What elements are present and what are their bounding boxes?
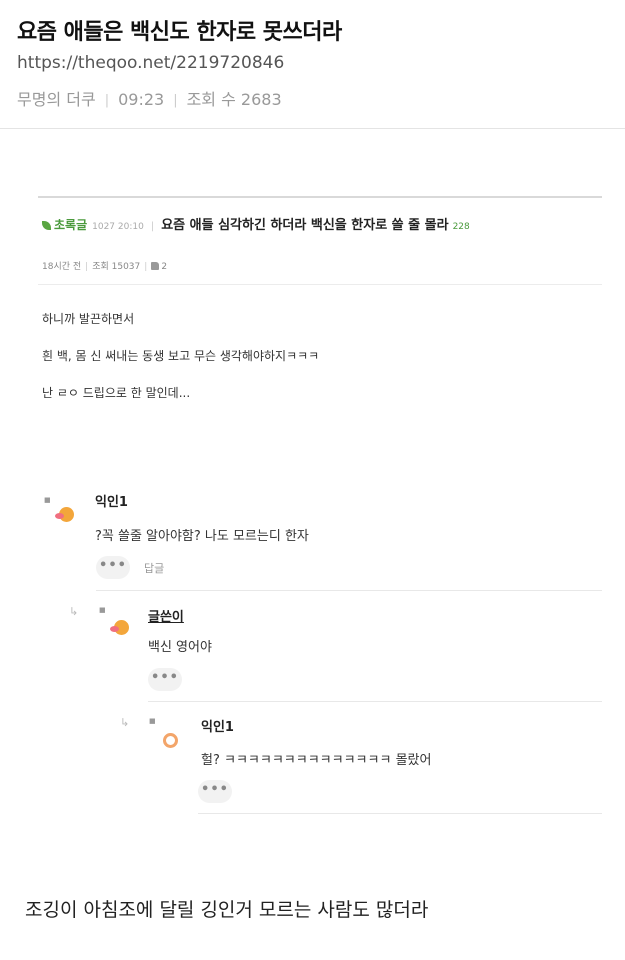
comment-nickname[interactable]: 익인1	[201, 716, 234, 735]
comment-text: 백신 영어야	[148, 640, 212, 655]
comment-text: 헐? ㅋㅋㅋㅋㅋㅋㅋㅋㅋㅋㅋㅋㅋㅋ 몰랐어	[201, 753, 432, 768]
original-title[interactable]: 요즘 애들 심각하긴 하더라 백신을 한자로 쓸 줄 몰라	[161, 218, 448, 233]
separator: |	[150, 221, 155, 232]
separator: |	[104, 93, 110, 108]
drag-handle-icon: ■	[149, 717, 156, 725]
embedded-screenshot: 초록글 1027 20:10 | 요즘 애들 심각하긴 하더라 백신을 한자로 쓸 줄…	[38, 196, 602, 820]
original-post-meta: 18시간 전 | 조회 15037 | 2	[42, 259, 167, 272]
original-body-line: 흰 백, 몸 신 써내는 동생 보고 무슨 생각해야하지ㅋㅋㅋ	[42, 349, 320, 363]
comment-divider	[96, 590, 602, 591]
original-divider	[38, 284, 602, 285]
separator: |	[85, 262, 89, 272]
avatar	[55, 507, 74, 522]
post-author[interactable]: 무명의 더쿠	[17, 90, 96, 109]
original-category[interactable]: 초록글	[54, 218, 87, 232]
reply-arrow-icon: ↳	[69, 605, 79, 618]
header-divider	[0, 128, 625, 129]
post-meta: 무명의 더쿠 | 09:23 | 조회 수 2683	[17, 86, 282, 110]
comment-divider	[148, 701, 602, 702]
leaf-icon	[42, 221, 51, 230]
original-date: 1027 20:10	[92, 222, 144, 232]
screenshot-top-border	[38, 196, 602, 198]
avatar	[163, 733, 178, 748]
thumbs-up-icon	[151, 262, 160, 270]
original-post-header: 초록글 1027 20:10 | 요즘 애들 심각하긴 하더라 백신을 한자로 쓸 줄…	[42, 214, 470, 233]
more-options-button[interactable]: •••	[96, 556, 130, 579]
comment-divider	[198, 813, 602, 814]
comment-nickname-author[interactable]: 글쓴이	[148, 606, 184, 625]
original-comment-count: 228	[452, 222, 470, 232]
more-options-button[interactable]: •••	[148, 668, 182, 691]
reply-arrow-icon: ↳	[120, 716, 130, 729]
comment-text: ?꼭 쓸줄 알아야함? 나도 모르는디 한자	[95, 529, 309, 544]
post-url[interactable]: https://theqoo.net/2219720846	[17, 53, 284, 73]
more-options-button[interactable]: •••	[198, 780, 232, 803]
drag-handle-icon: ■	[99, 606, 106, 614]
original-posted-ago: 18시간 전	[42, 262, 82, 272]
reply-button[interactable]: 답글	[144, 560, 164, 576]
drag-handle-icon: ■	[44, 496, 51, 504]
post-views: 조회 수 2683	[186, 90, 282, 109]
original-body-line: 난 ㄹㅇ 드립으로 한 말인데...	[42, 386, 191, 400]
original-body-line: 하니까 발끈하면서	[42, 312, 135, 326]
post-caption: 조깅이 아침조에 달릴 깅인거 모르는 사람도 많더라	[25, 899, 429, 921]
post-title: 요즘 애들은 백신도 한자로 못쓰더라	[17, 20, 342, 45]
original-likes: 2	[161, 262, 168, 272]
comment-nickname[interactable]: 익인1	[95, 491, 128, 510]
original-views: 조회 15037	[92, 262, 141, 272]
avatar	[110, 620, 129, 635]
separator: |	[144, 262, 148, 272]
post-time: 09:23	[118, 90, 165, 109]
separator: |	[173, 93, 178, 108]
